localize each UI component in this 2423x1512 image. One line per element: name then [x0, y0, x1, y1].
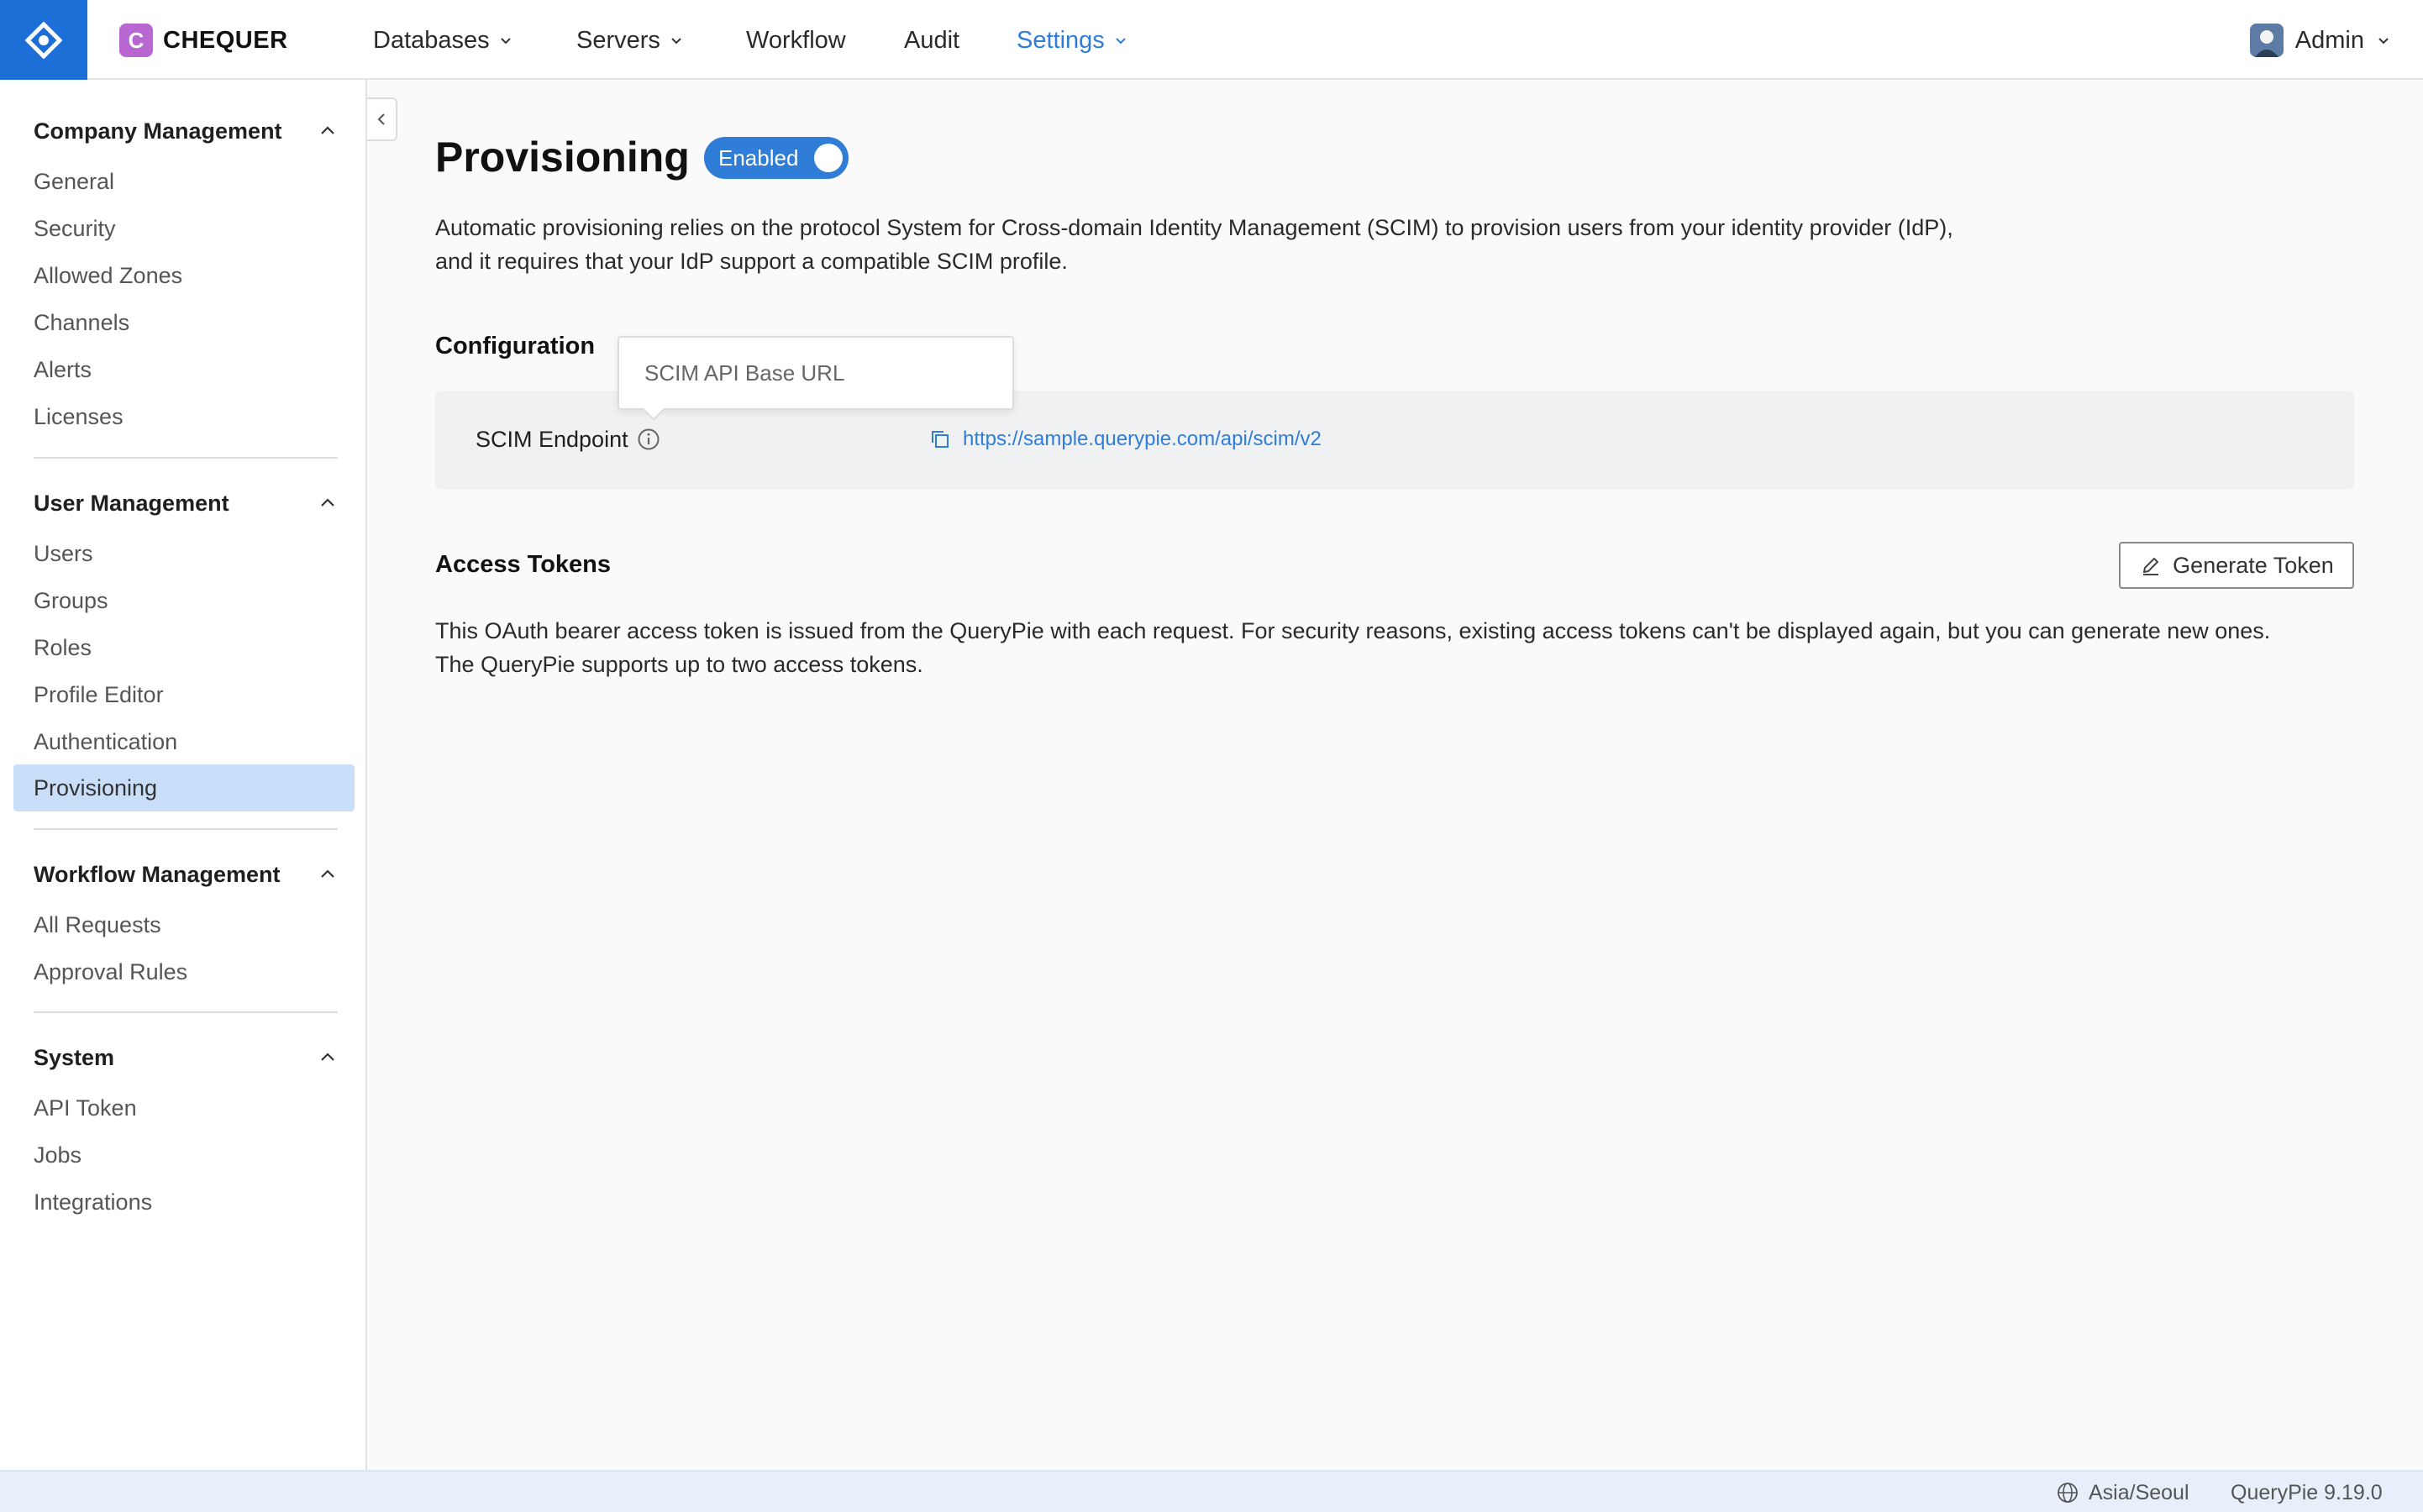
section-title: System	[34, 1044, 115, 1070]
provisioning-toggle[interactable]: Enabled	[704, 137, 849, 179]
globe-icon	[2058, 1483, 2078, 1503]
nav-settings[interactable]: Settings	[1017, 24, 1128, 57]
querypie-logo-icon	[25, 21, 62, 59]
provisioning-description-line-2: and it requires that your IdP support a …	[435, 249, 1068, 274]
access-tokens-heading: Access Tokens	[435, 550, 612, 578]
sidebar-item-all-requests[interactable]: All Requests	[34, 908, 161, 942]
sidebar-item-licenses[interactable]: Licenses	[34, 400, 124, 433]
user-name: Admin	[2294, 26, 2364, 54]
sidebar-item-provisioning[interactable]: Provisioning	[34, 771, 157, 805]
avatar	[2249, 24, 2284, 57]
nav-audit-label: Audit	[904, 26, 960, 54]
sidebar-collapse-button[interactable]	[367, 97, 397, 141]
nav-databases[interactable]: Databases	[373, 24, 513, 57]
scim-endpoint-url[interactable]: https://sample.querypie.com/api/scim/v2	[929, 423, 1322, 456]
company-badge: C	[119, 24, 153, 57]
generate-token-label: Generate Token	[2173, 552, 2334, 578]
nav-audit[interactable]: Audit	[904, 24, 959, 57]
toggle-label: Enabled	[718, 144, 799, 171]
timezone-indicator[interactable]: Asia/Seoul	[2057, 1478, 2189, 1507]
sidebar-item-api-token[interactable]: API Token	[34, 1091, 137, 1125]
sidebar-item-approval-rules[interactable]: Approval Rules	[34, 955, 187, 989]
sidebar-divider	[34, 1011, 338, 1013]
sidebar-item-jobs[interactable]: Jobs	[34, 1138, 81, 1172]
top-nav-bar: C CHEQUER Databases Servers Workflow Aud…	[0, 0, 2423, 80]
sidebar-divider	[34, 457, 338, 459]
chevron-down-icon	[500, 38, 511, 45]
nav-servers-label: Servers	[576, 26, 660, 54]
nav-workflow[interactable]: Workflow	[746, 24, 846, 57]
configuration-heading: Configuration	[435, 332, 596, 360]
chevron-left-icon	[377, 113, 385, 125]
sidebar-item-integrations[interactable]: Integrations	[34, 1185, 152, 1219]
scim-endpoint-label: SCIM Endpoint	[476, 423, 660, 456]
sidebar-item-alerts[interactable]: Alerts	[34, 353, 92, 386]
section-company-management[interactable]: Company Management	[34, 114, 338, 148]
sidebar-item-authentication[interactable]: Authentication	[34, 725, 177, 759]
sidebar-item-profile-editor[interactable]: Profile Editor	[34, 678, 164, 711]
chevron-up-icon	[321, 1053, 334, 1061]
section-user-management[interactable]: User Management	[34, 486, 338, 520]
sidebar-item-allowed-zones[interactable]: Allowed Zones	[34, 259, 182, 292]
sidebar-item-general[interactable]: General	[34, 165, 114, 198]
access-tokens-description-line-2: The QueryPie supports up to two access t…	[435, 652, 923, 677]
status-footer: Asia/Seoul QueryPie 9.19.0	[0, 1470, 2423, 1512]
section-title: Workflow Management	[34, 861, 281, 887]
chevron-down-icon	[671, 38, 681, 45]
chevron-up-icon	[321, 498, 334, 507]
chevron-down-icon	[2378, 38, 2389, 45]
scim-endpoint-url-text[interactable]: https://sample.querypie.com/api/scim/v2	[963, 428, 1322, 451]
section-title: Company Management	[34, 118, 282, 144]
tooltip-text: SCIM API Base URL	[644, 360, 845, 386]
info-icon[interactable]	[637, 428, 660, 451]
sidebar-item-users[interactable]: Users	[34, 537, 93, 570]
sidebar-divider	[34, 828, 338, 830]
timezone-text: Asia/Seoul	[2089, 1480, 2189, 1504]
info-tooltip: SCIM API Base URL	[618, 336, 1014, 421]
chevron-down-icon	[1116, 38, 1126, 45]
scim-endpoint-text: SCIM Endpoint	[476, 426, 628, 452]
user-avatar-icon	[2249, 24, 2284, 57]
nav-servers[interactable]: Servers	[576, 24, 684, 57]
section-workflow-management[interactable]: Workflow Management	[34, 858, 338, 891]
nav-workflow-label: Workflow	[746, 26, 846, 54]
chevron-up-icon	[321, 869, 334, 878]
app-logo[interactable]	[0, 0, 87, 80]
sidebar-item-roles[interactable]: Roles	[34, 631, 92, 664]
settings-sidebar: Company Management General Security Allo…	[0, 80, 367, 1470]
section-system[interactable]: System	[34, 1041, 338, 1074]
section-title: User Management	[34, 490, 229, 516]
sidebar-item-channels[interactable]: Channels	[34, 306, 129, 339]
chevron-up-icon	[321, 126, 334, 134]
toggle-knob	[814, 144, 843, 172]
copy-icon[interactable]	[929, 428, 951, 450]
company-brand[interactable]: C CHEQUER	[119, 24, 288, 57]
nav-settings-label: Settings	[1017, 26, 1105, 54]
access-tokens-description-line-1: This OAuth bearer access token is issued…	[435, 618, 2271, 643]
user-menu[interactable]: Admin	[2249, 22, 2391, 59]
sidebar-item-groups[interactable]: Groups	[34, 584, 108, 617]
version-text: QueryPie 9.19.0	[2231, 1480, 2383, 1504]
company-name: CHEQUER	[163, 26, 288, 54]
provisioning-description-line-1: Automatic provisioning relies on the pro…	[435, 215, 1953, 240]
generate-token-button[interactable]: Generate Token	[2119, 542, 2354, 589]
nav-databases-label: Databases	[373, 26, 490, 54]
page-title: Provisioning	[435, 134, 690, 181]
pencil-icon	[2143, 558, 2159, 575]
sidebar-item-security[interactable]: Security	[34, 212, 116, 245]
